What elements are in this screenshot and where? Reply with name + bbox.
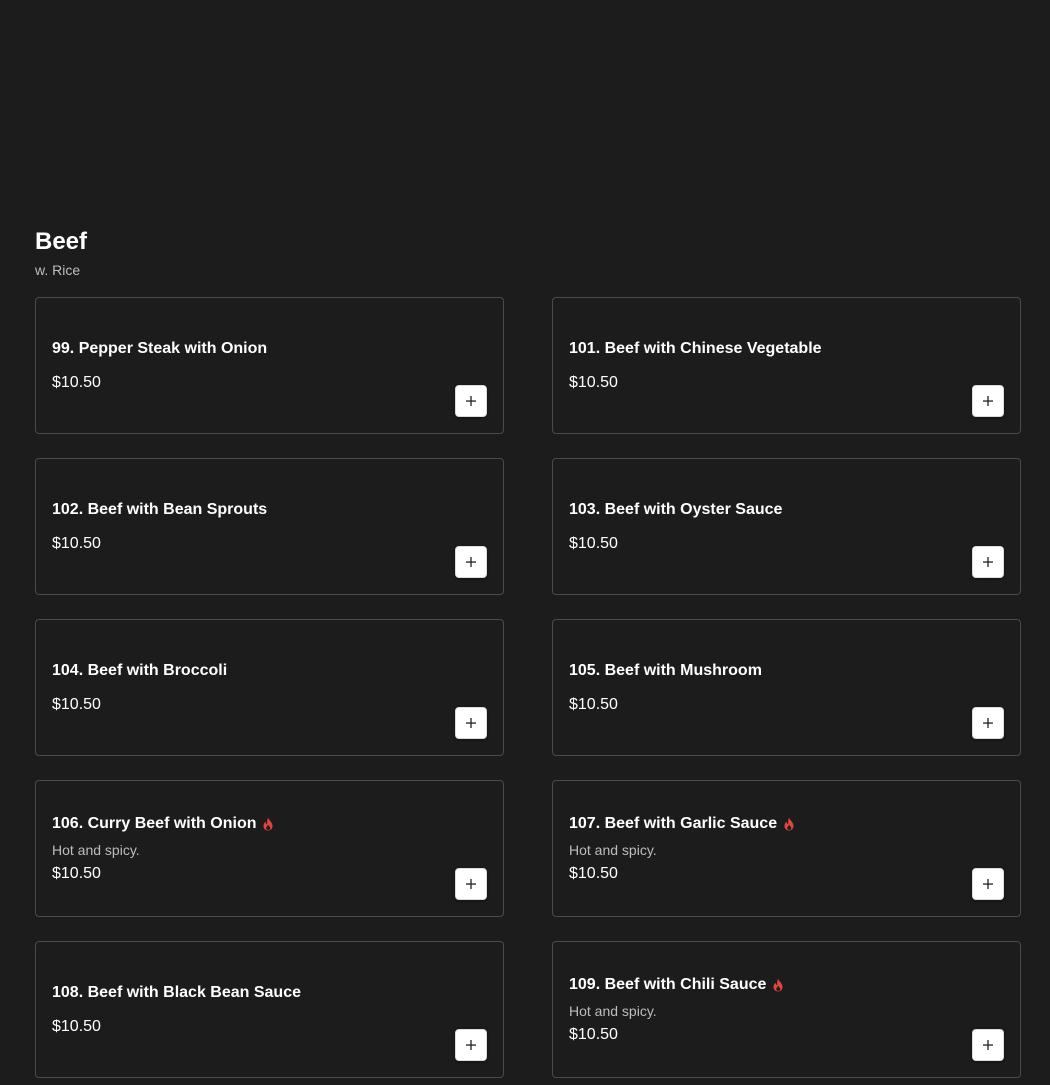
menu-item-name: 102. Beef with Bean Sprouts (52, 500, 268, 518)
menu-item-body: 105. Beef with Mushroom $10.50 (569, 620, 950, 755)
plus-icon (983, 879, 993, 889)
menu-item-name: 101. Beef with Chinese Vegetable (569, 339, 822, 357)
flame-icon (784, 817, 794, 830)
add-to-cart-button[interactable] (455, 385, 487, 417)
menu-item-price: $10.50 (569, 373, 618, 391)
menu-item-card[interactable]: 109. Beef with Chili Sauce Hot and spicy.… (552, 941, 1021, 1078)
flame-icon (773, 978, 783, 991)
menu-item-description: Hot and spicy. (569, 1002, 657, 1019)
menu-item-name-row: 108. Beef with Black Bean Sauce (52, 982, 433, 1004)
menu-item-name-row: 103. Beef with Oyster Sauce (569, 499, 950, 521)
menu-item-price: $10.50 (52, 534, 101, 552)
menu-item-body: 102. Beef with Bean Sprouts $10.50 (52, 459, 433, 594)
menu-item-name: 109. Beef with Chili Sauce (569, 975, 767, 993)
menu-item-name-row: 106. Curry Beef with Onion (52, 813, 433, 835)
plus-icon (983, 557, 993, 567)
plus-icon (983, 396, 993, 406)
flame-icon (263, 817, 273, 830)
menu-item-card[interactable]: 108. Beef with Black Bean Sauce $10.50 (35, 941, 504, 1078)
menu-item-description: Hot and spicy. (569, 841, 657, 858)
menu-item-name: 106. Curry Beef with Onion (52, 814, 257, 832)
menu-item-name: 103. Beef with Oyster Sauce (569, 500, 783, 518)
menu-item-card[interactable]: 106. Curry Beef with Onion Hot and spicy.… (35, 780, 504, 917)
menu-item-body: 106. Curry Beef with Onion Hot and spicy.… (52, 781, 433, 916)
menu-item-name: 105. Beef with Mushroom (569, 661, 762, 679)
add-to-cart-button[interactable] (455, 868, 487, 900)
category-subtitle: w. Rice (35, 262, 81, 278)
menu-item-body: 109. Beef with Chili Sauce Hot and spicy.… (569, 942, 950, 1077)
menu-item-card[interactable]: 99. Pepper Steak with Onion $10.50 (35, 297, 504, 434)
menu-item-body: 104. Beef with Broccoli $10.50 (52, 620, 433, 755)
menu-item-price: $10.50 (569, 695, 618, 713)
add-to-cart-button[interactable] (455, 707, 487, 739)
menu-item-price: $10.50 (52, 1017, 101, 1035)
plus-icon (466, 1040, 476, 1050)
category-title: Beef (35, 228, 88, 255)
menu-item-name-row: 99. Pepper Steak with Onion (52, 338, 433, 360)
menu-item-price: $10.50 (569, 864, 618, 882)
menu-item-name: 107. Beef with Garlic Sauce (569, 814, 778, 832)
menu-item-name: 99. Pepper Steak with Onion (52, 339, 268, 357)
add-to-cart-button[interactable] (972, 546, 1004, 578)
add-to-cart-button[interactable] (972, 1029, 1004, 1061)
menu-item-card[interactable]: 103. Beef with Oyster Sauce $10.50 (552, 458, 1021, 595)
menu-item-name: 104. Beef with Broccoli (52, 661, 228, 679)
plus-icon (983, 1040, 993, 1050)
menu-item-price: $10.50 (52, 695, 101, 713)
plus-icon (466, 718, 476, 728)
menu-item-card[interactable]: 102. Beef with Bean Sprouts $10.50 (35, 458, 504, 595)
menu-item-name: 108. Beef with Black Bean Sauce (52, 983, 301, 1001)
menu-item-price: $10.50 (569, 534, 618, 552)
menu-item-name-row: 102. Beef with Bean Sprouts (52, 499, 433, 521)
menu-item-name-row: 109. Beef with Chili Sauce (569, 974, 950, 996)
add-to-cart-button[interactable] (455, 1029, 487, 1061)
menu-item-name-row: 107. Beef with Garlic Sauce (569, 813, 950, 835)
add-to-cart-button[interactable] (972, 385, 1004, 417)
menu-item-price: $10.50 (52, 373, 101, 391)
menu-items-grid: 99. Pepper Steak with Onion $10.50 101. Be… (35, 297, 1021, 1078)
menu-item-body: 103. Beef with Oyster Sauce $10.50 (569, 459, 950, 594)
menu-item-body: 107. Beef with Garlic Sauce Hot and spicy… (569, 781, 950, 916)
menu-item-body: 99. Pepper Steak with Onion $10.50 (52, 298, 433, 433)
menu-item-body: 108. Beef with Black Bean Sauce $10.50 (52, 942, 433, 1077)
menu-item-name-row: 101. Beef with Chinese Vegetable (569, 338, 950, 360)
menu-item-card[interactable]: 101. Beef with Chinese Vegetable $10.50 (552, 297, 1021, 434)
menu-page: Beef w. Rice 99. Pepper Steak with Onion… (0, 0, 1050, 1085)
plus-icon (466, 557, 476, 567)
plus-icon (983, 718, 993, 728)
menu-item-card[interactable]: 105. Beef with Mushroom $10.50 (552, 619, 1021, 756)
add-to-cart-button[interactable] (455, 546, 487, 578)
menu-item-body: 101. Beef with Chinese Vegetable $10.50 (569, 298, 950, 433)
menu-item-card[interactable]: 104. Beef with Broccoli $10.50 (35, 619, 504, 756)
plus-icon (466, 396, 476, 406)
menu-item-price: $10.50 (52, 864, 101, 882)
category-header: Beef w. Rice (35, 226, 87, 280)
add-to-cart-button[interactable] (972, 868, 1004, 900)
menu-item-card[interactable]: 107. Beef with Garlic Sauce Hot and spicy… (552, 780, 1021, 917)
menu-item-name-row: 105. Beef with Mushroom (569, 660, 950, 682)
add-to-cart-button[interactable] (972, 707, 1004, 739)
menu-item-price: $10.50 (569, 1025, 618, 1043)
menu-item-name-row: 104. Beef with Broccoli (52, 660, 433, 682)
menu-item-description: Hot and spicy. (52, 841, 140, 858)
plus-icon (466, 879, 476, 889)
